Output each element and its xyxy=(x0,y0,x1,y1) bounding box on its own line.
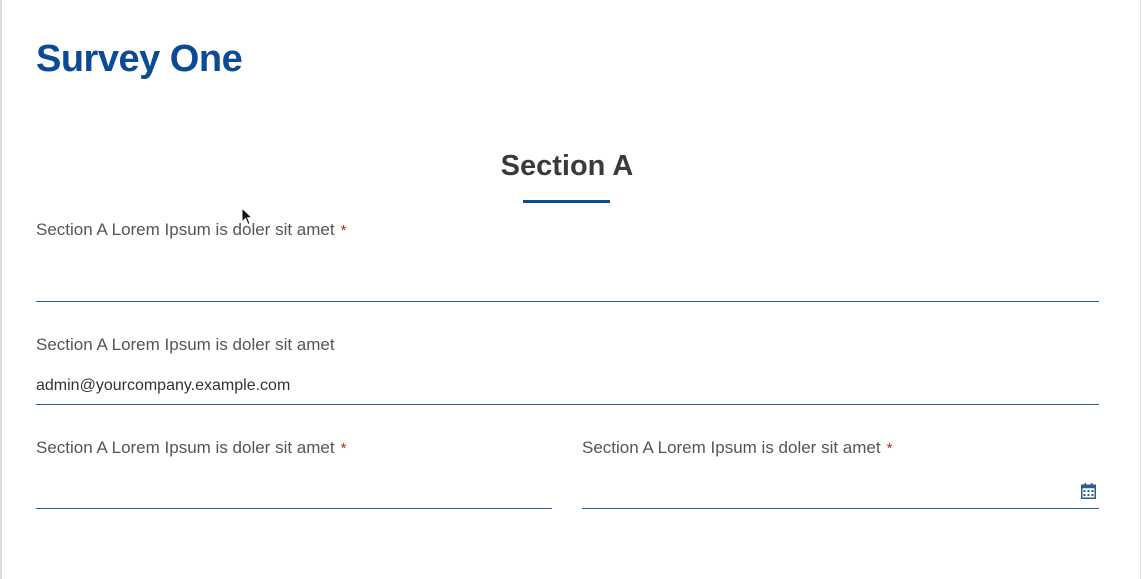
required-marker: * xyxy=(340,222,347,239)
survey-page: Survey One Section A Section A Lorem Ips… xyxy=(0,0,1141,579)
calendar-icon[interactable] xyxy=(1081,483,1096,499)
mouse-pointer-icon xyxy=(241,207,253,226)
question-input-underline-2 xyxy=(36,404,1099,405)
question-label-text-2: Section A Lorem Ipsum is doler sit amet xyxy=(36,335,335,354)
question-input-1[interactable] xyxy=(36,268,1099,292)
survey-title: Survey One xyxy=(36,38,243,80)
question-field-2[interactable]: Section A Lorem Ipsum is doler sit amet … xyxy=(36,335,1099,406)
question-field-4[interactable]: Section A Lorem Ipsum is doler sit amet * xyxy=(582,438,1099,509)
section-heading-underline xyxy=(523,200,610,203)
question-field-1[interactable]: Section A Lorem Ipsum is doler sit amet * xyxy=(36,220,1099,303)
question-label-2: Section A Lorem Ipsum is doler sit amet xyxy=(36,335,1099,355)
question-field-3[interactable]: Section A Lorem Ipsum is doler sit amet * xyxy=(36,438,552,509)
question-label-4: Section A Lorem Ipsum is doler sit amet * xyxy=(582,438,1099,458)
question-label-3: Section A Lorem Ipsum is doler sit amet * xyxy=(36,438,552,458)
question-label-text-4: Section A Lorem Ipsum is doler sit amet xyxy=(582,438,881,457)
email-input[interactable]: admin@yourcompany.example.com xyxy=(36,377,290,395)
question-label-text-1: Section A Lorem Ipsum is doler sit amet xyxy=(36,220,335,239)
required-marker: * xyxy=(886,440,893,457)
date-input[interactable] xyxy=(582,478,1062,502)
question-input-underline-1 xyxy=(36,301,1099,302)
question-label-text-3: Section A Lorem Ipsum is doler sit amet xyxy=(36,438,335,457)
question-input-3[interactable] xyxy=(36,478,552,502)
question-input-underline-4 xyxy=(582,508,1099,509)
question-label-1: Section A Lorem Ipsum is doler sit amet * xyxy=(36,220,1099,240)
question-input-underline-3 xyxy=(36,508,552,509)
required-marker: * xyxy=(340,440,347,457)
section-heading: Section A xyxy=(500,150,634,182)
